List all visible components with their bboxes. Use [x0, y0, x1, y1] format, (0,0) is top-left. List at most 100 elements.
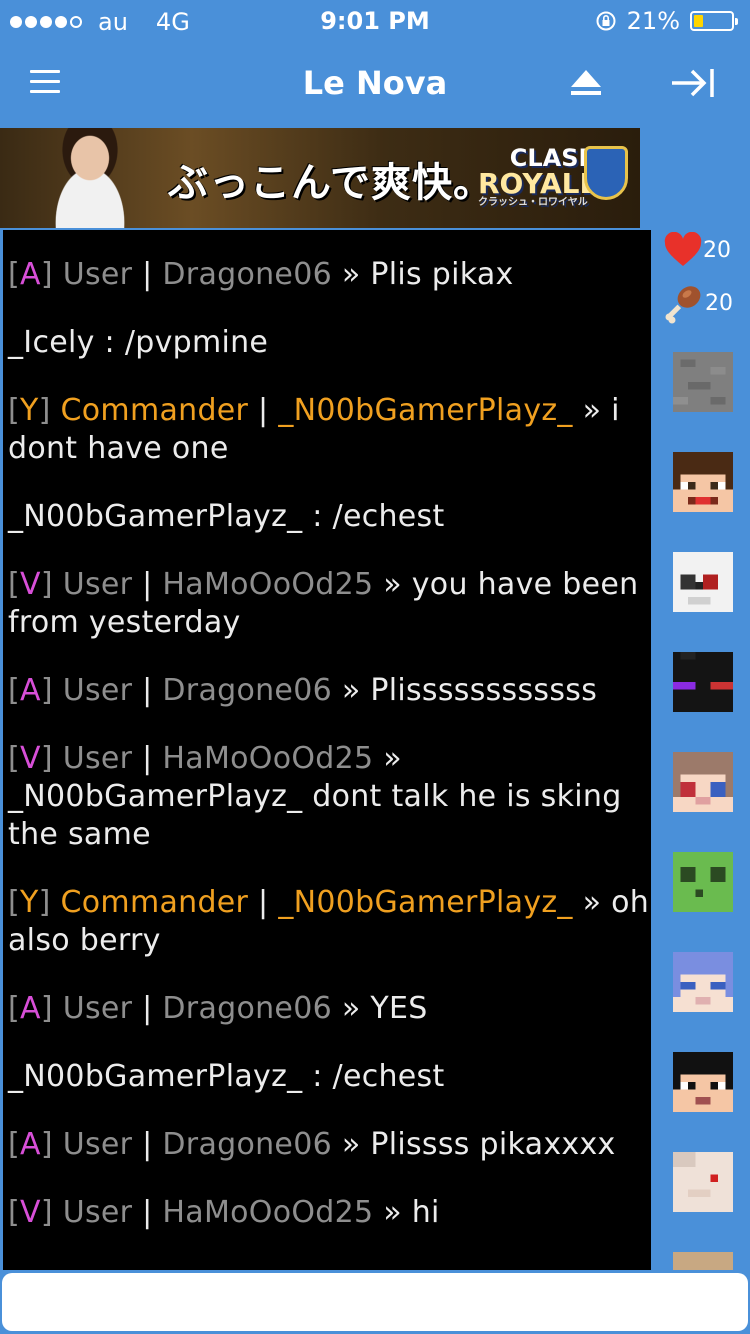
role-label: User	[62, 257, 133, 292]
rank-bracket: ]	[40, 567, 53, 602]
message-text: /echest	[332, 499, 445, 534]
message-text: YES	[370, 991, 428, 1026]
rank-bracket: [	[8, 567, 21, 602]
role-label: User	[62, 741, 133, 776]
player-avatar-blue-hair[interactable]	[673, 952, 733, 1012]
player-avatar-enderman[interactable]	[673, 652, 733, 712]
rank-tag: Y	[20, 885, 39, 920]
page-title: Le Nova	[302, 64, 448, 102]
player-name: HaMoOoOd25	[162, 1195, 374, 1230]
separator: |	[142, 567, 153, 602]
chat-message: [Y] Commander | _N00bGamerPlayz_ » oh al…	[8, 884, 651, 960]
rank-tag: V	[20, 567, 41, 602]
battery-percent: 21%	[626, 7, 680, 35]
colon: :	[312, 1059, 323, 1094]
eject-icon[interactable]	[568, 68, 604, 98]
rank-bracket: [	[8, 885, 21, 920]
rank-bracket: [	[8, 257, 21, 292]
rank-bracket: [	[8, 1127, 21, 1162]
food-stat: 20	[663, 282, 733, 324]
chat-message: [A] User | Dragone06 » Plis pikax	[8, 256, 651, 294]
message-text: /echest	[332, 1059, 445, 1094]
heart-icon	[664, 232, 702, 266]
message-text: hi	[411, 1195, 440, 1230]
player-avatar-white[interactable]	[673, 552, 733, 612]
player-sidebar: 20 20	[651, 230, 750, 1270]
chat-message: _N00bGamerPlayz_ : /echest	[8, 498, 651, 536]
rotation-lock-icon	[596, 11, 616, 31]
arrow: »	[341, 257, 361, 292]
role-label: Commander	[60, 885, 249, 920]
rank-tag: Y	[20, 393, 39, 428]
player-name: _N00bGamerPlayz_	[278, 393, 573, 428]
rank-bracket: [	[8, 741, 21, 776]
rank-bracket: ]	[40, 741, 53, 776]
player-name: Dragone06	[162, 991, 332, 1026]
separator: |	[142, 1127, 153, 1162]
rank-bracket: ]	[38, 885, 51, 920]
arrow: »	[383, 567, 402, 602]
battery-nub	[735, 18, 738, 25]
chat-message: [A] User | Dragone06 » Plissss pikaxxxx	[8, 1126, 651, 1164]
message-text: Plis pikax	[370, 257, 514, 292]
ad-banner[interactable]: ぶっこんで爽快。 CLASH ROYALE クラッシュ・ロワイヤル	[0, 128, 640, 228]
rank-bracket: ]	[40, 673, 53, 708]
rank-bracket: ]	[40, 257, 53, 292]
chat-message: _N00bGamerPlayz_ : /echest	[8, 1058, 651, 1096]
player-avatar-brown-hair[interactable]	[673, 452, 733, 512]
banner-shield-icon	[584, 146, 628, 200]
chat-log[interactable]: [A] User | Dragone06 » Plis pikax _Icely…	[0, 230, 651, 1270]
player-avatar-black-hair[interactable]	[673, 1052, 733, 1112]
role-label: User	[62, 1127, 133, 1162]
health-value: 20	[703, 237, 731, 263]
player-avatar-partial[interactable]	[673, 1252, 733, 1270]
player-name: _N00bGamerPlayz_	[8, 1059, 303, 1094]
chat-input-bar	[0, 1270, 750, 1334]
chat-message: [V] User | HaMoOoOd25 » you have been fr…	[8, 566, 651, 642]
chat-input[interactable]	[2, 1273, 748, 1331]
arrow: »	[383, 741, 402, 776]
banner-person-image	[30, 128, 150, 228]
role-label: User	[62, 673, 133, 708]
role-label: User	[62, 1195, 133, 1230]
player-name: Dragone06	[162, 257, 332, 292]
exit-icon[interactable]	[668, 66, 718, 100]
separator: |	[142, 673, 153, 708]
rank-bracket: ]	[40, 1195, 53, 1230]
rank-tag: A	[20, 1127, 41, 1162]
player-avatar-slime[interactable]	[673, 852, 733, 912]
chat-message: [V] User | HaMoOoOd25 » hi	[8, 1194, 651, 1232]
rank-tag: A	[20, 991, 41, 1026]
banner-logo-line2: ROYALE	[478, 167, 599, 200]
rank-tag: V	[20, 741, 41, 776]
role-label: User	[62, 567, 133, 602]
chat-message: [V] User | HaMoOoOd25 » _N00bGamerPlayz_…	[8, 740, 651, 854]
player-avatar-stone[interactable]	[673, 352, 733, 412]
rank-tag: A	[20, 673, 41, 708]
chat-message: [A] User | Dragone06 » Plissssssssssss	[8, 672, 651, 710]
banner-text: ぶっこんで爽快。	[168, 160, 494, 206]
player-name: _N00bGamerPlayz_	[8, 499, 303, 534]
rank-bracket: ]	[38, 393, 51, 428]
colon: :	[312, 499, 323, 534]
rank-bracket: ]	[40, 1127, 53, 1162]
rank-bracket: [	[8, 393, 21, 428]
player-name: Dragone06	[162, 673, 332, 708]
rank-bracket: [	[8, 1195, 21, 1230]
battery-fill	[694, 15, 703, 27]
banner-logo: CLASH ROYALE クラッシュ・ロワイヤル	[478, 146, 599, 208]
player-avatar-girl[interactable]	[673, 752, 733, 812]
separator: |	[258, 885, 269, 920]
separator: |	[142, 257, 153, 292]
arrow: »	[341, 991, 361, 1026]
banner-logo-line3: クラッシュ・ロワイヤル	[478, 197, 588, 208]
player-avatar-pale[interactable]	[673, 1152, 733, 1212]
arrow: »	[341, 673, 361, 708]
status-right: 21%	[595, 7, 738, 35]
message-text: /pvpmine	[124, 325, 269, 360]
message-text: _N00bGamerPlayz_ dont talk he is sking t…	[8, 779, 622, 852]
rank-bracket: [	[8, 991, 21, 1026]
arrow: »	[582, 393, 602, 428]
arrow: »	[341, 1127, 361, 1162]
message-text: Plissss pikaxxxx	[370, 1127, 616, 1162]
